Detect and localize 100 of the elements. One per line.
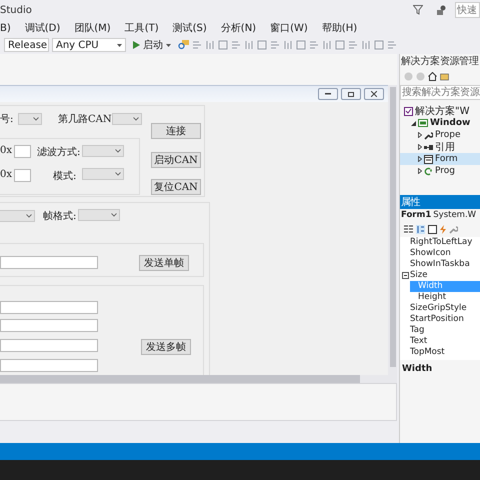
- menu-item[interactable]: 调试(D): [24, 21, 60, 35]
- layout-icon[interactable]: [387, 40, 397, 50]
- text-box[interactable]: [14, 169, 31, 182]
- collapse-icon[interactable]: [402, 272, 408, 279]
- chevron-icon: [33, 117, 39, 121]
- form-icon: [424, 154, 433, 164]
- layout-icon[interactable]: [270, 40, 280, 50]
- references-icon: [424, 142, 433, 152]
- layout-icon[interactable]: [231, 40, 241, 50]
- property-name[interactable]: SizeGripStyle: [410, 303, 480, 314]
- wrench-icon[interactable]: [449, 224, 458, 234]
- platform-dropdown[interactable]: Any CPU: [52, 38, 126, 52]
- tree-item[interactable]: 引用: [400, 141, 480, 153]
- start-button[interactable]: 启动: [129, 38, 175, 52]
- menu-item[interactable]: 帮助(H): [322, 21, 358, 35]
- categorized-icon[interactable]: [404, 224, 413, 234]
- close-button[interactable]: [364, 88, 384, 100]
- form-label: 帧格式:: [43, 210, 76, 223]
- layout-icon[interactable]: [374, 40, 384, 50]
- panel-title: 属性: [400, 195, 480, 209]
- layout-icon[interactable]: [257, 40, 267, 50]
- maximize-icon: [348, 92, 354, 96]
- expanded-arrow-icon[interactable]: [411, 120, 416, 126]
- quick-launch-field[interactable]: 快速: [455, 2, 480, 18]
- layout-icon[interactable]: [309, 40, 319, 50]
- text-box[interactable]: [0, 339, 98, 352]
- menu-item[interactable]: B): [0, 22, 11, 34]
- property-name[interactable]: Tag: [410, 325, 480, 336]
- menu-item[interactable]: 测试(S): [172, 21, 207, 35]
- text-box[interactable]: [0, 359, 98, 372]
- home-icon[interactable]: [428, 72, 437, 80]
- form-label: 0x: [0, 169, 12, 180]
- layout-icon[interactable]: [192, 40, 202, 50]
- lightning-icon[interactable]: [440, 224, 446, 234]
- solution-icon: [404, 106, 413, 116]
- find-icon[interactable]: [178, 40, 189, 50]
- horizontal-scrollbar[interactable]: [0, 375, 397, 383]
- tree-item[interactable]: Form: [400, 153, 480, 165]
- layout-icon[interactable]: [244, 40, 254, 50]
- combo-box[interactable]: [18, 113, 42, 125]
- layout-icon[interactable]: [335, 40, 345, 50]
- text-box[interactable]: [0, 319, 98, 332]
- property-name[interactable]: RightToLeftLay: [410, 237, 480, 248]
- play-icon: [133, 41, 140, 49]
- form-button[interactable]: 连接: [151, 123, 201, 139]
- layout-icon[interactable]: [361, 40, 371, 50]
- account-icon[interactable]: [437, 5, 447, 15]
- property-name[interactable]: Text: [410, 336, 480, 347]
- collapsed-arrow-icon[interactable]: [418, 144, 422, 150]
- close-icon: [371, 91, 377, 97]
- text-box[interactable]: [0, 256, 98, 269]
- form-label: 0x: [0, 145, 12, 156]
- tree-item[interactable]: 解决方案"W: [400, 105, 480, 117]
- form-button[interactable]: 发送单帧: [139, 255, 189, 271]
- layout-icon[interactable]: [283, 40, 293, 50]
- configuration-dropdown[interactable]: Release: [4, 38, 49, 52]
- caret-icon: [166, 44, 171, 46]
- description-title: Width: [401, 363, 434, 376]
- property-pages-icon[interactable]: [428, 224, 437, 234]
- combo-box[interactable]: [82, 168, 124, 180]
- window-title: Studio: [0, 4, 33, 16]
- layout-icon[interactable]: [218, 40, 228, 50]
- combo-box[interactable]: [82, 145, 124, 157]
- form-label: 滤波方式:: [37, 146, 80, 159]
- property-name[interactable]: ShowInTaskba: [410, 259, 480, 270]
- property-name[interactable]: ShowIcon: [410, 248, 480, 259]
- minimize-button[interactable]: [318, 88, 338, 100]
- vertical-scrollbar[interactable]: [388, 85, 397, 375]
- tree-item[interactable]: Prope: [400, 129, 480, 141]
- property-name[interactable]: Size: [410, 270, 480, 281]
- form-label: 模式:: [53, 170, 76, 183]
- sort-icon[interactable]: [416, 224, 425, 234]
- text-box[interactable]: [14, 145, 31, 158]
- maximize-button[interactable]: [341, 88, 361, 100]
- layout-icon[interactable]: [348, 40, 358, 50]
- form-label: 号:: [0, 113, 14, 126]
- search-field[interactable]: 搜索解决方案资源: [400, 85, 480, 100]
- form-button[interactable]: 启动CAN: [151, 152, 201, 168]
- collapsed-arrow-icon[interactable]: [418, 156, 422, 162]
- collapsed-arrow-icon[interactable]: [418, 168, 422, 174]
- form-button[interactable]: 发送多帧: [141, 339, 191, 355]
- combo-box[interactable]: [112, 113, 142, 125]
- property-name[interactable]: TopMost: [410, 347, 480, 358]
- text-box[interactable]: [0, 301, 98, 314]
- collapsed-arrow-icon[interactable]: [418, 132, 422, 138]
- menu-item[interactable]: 窗口(W): [270, 21, 308, 35]
- layout-icon[interactable]: [296, 40, 306, 50]
- property-name[interactable]: StartPosition: [410, 314, 480, 325]
- tree-item[interactable]: Prog: [400, 165, 480, 177]
- combo-box[interactable]: [0, 210, 35, 222]
- form-button[interactable]: 复位CAN: [151, 179, 201, 195]
- menu-item[interactable]: 分析(N): [220, 21, 256, 35]
- menu-item[interactable]: 团队(M): [74, 21, 111, 35]
- combo-box[interactable]: [78, 209, 120, 221]
- filter-icon[interactable]: [413, 5, 423, 15]
- tree-item[interactable]: Window: [400, 117, 480, 129]
- layout-icon[interactable]: [322, 40, 332, 50]
- layout-icon[interactable]: [205, 40, 215, 50]
- property-name[interactable]: Height: [410, 292, 480, 303]
- menu-item[interactable]: 工具(T): [124, 21, 159, 35]
